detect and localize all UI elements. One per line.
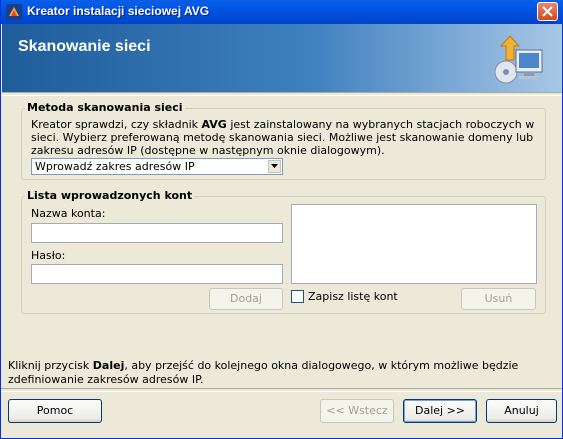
page-title: Skanowanie sieci xyxy=(18,38,151,55)
password-label: Hasło: xyxy=(31,249,66,262)
wizard-window: Kreator instalacji sieciowej AVG Skanowa… xyxy=(0,0,563,439)
account-name-input[interactable] xyxy=(31,223,283,243)
cancel-button[interactable]: Anuluj xyxy=(486,399,557,423)
note-text-bold: Dalej xyxy=(92,359,125,372)
footer-separator xyxy=(1,388,562,392)
account-name-label: Nazwa konta: xyxy=(31,207,106,220)
dropdown-arrow-button[interactable] xyxy=(268,160,281,173)
chevron-down-icon xyxy=(271,164,278,168)
header-separator xyxy=(2,92,562,96)
accounts-listbox[interactable] xyxy=(291,204,537,284)
instruction-note: Kliknij przycisk Dalej, aby przejść do k… xyxy=(8,359,556,387)
close-icon xyxy=(542,6,553,17)
scan-method-select[interactable]: Wprowadź zakres adresów IP xyxy=(31,158,283,175)
close-button[interactable] xyxy=(537,2,558,21)
desc-text-bold: AVG xyxy=(201,118,227,131)
scan-method-description: Kreator sprawdzi, czy składnik AVG jest … xyxy=(31,118,536,157)
accounts-legend: Lista wprowadzonych kont xyxy=(25,189,195,202)
password-input[interactable] xyxy=(31,264,283,284)
remove-button[interactable]: Usuń xyxy=(461,288,536,310)
header-banner: Skanowanie sieci xyxy=(2,24,562,92)
desc-text-1: Kreator sprawdzi, czy składnik xyxy=(31,118,202,131)
scan-method-select-value: Wprowadź zakres adresów IP xyxy=(35,160,195,173)
window-title: Kreator instalacji sieciowej AVG xyxy=(27,4,210,18)
avg-logo-icon xyxy=(6,4,22,20)
title-bar[interactable]: Kreator instalacji sieciowej AVG xyxy=(1,0,563,24)
add-button[interactable]: Dodaj xyxy=(209,288,283,310)
save-list-checkbox[interactable] xyxy=(291,290,304,303)
save-list-label[interactable]: Zapisz listę kont xyxy=(308,290,398,303)
back-button[interactable]: << Wstecz xyxy=(320,399,394,423)
help-button[interactable]: Pomoc xyxy=(8,399,102,423)
scan-method-legend: Metoda skanowania sieci xyxy=(25,101,185,114)
note-text-1: Kliknij przycisk xyxy=(8,359,93,372)
network-computer-icon xyxy=(492,32,548,91)
next-button[interactable]: Dalej >> xyxy=(403,399,477,423)
